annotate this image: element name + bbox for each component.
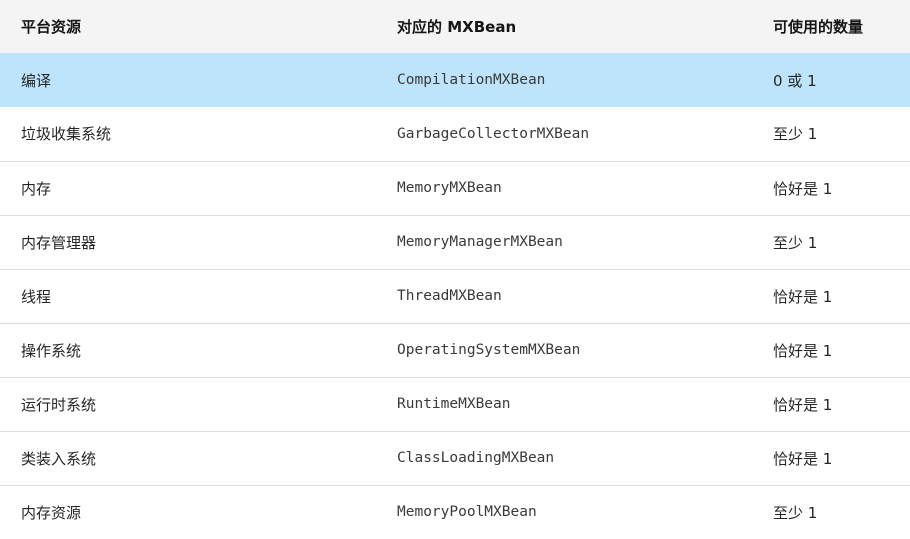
cell-mxbean: MemoryMXBean	[376, 161, 752, 216]
cell-count: 恰好是 1	[752, 323, 910, 378]
table-row[interactable]: 内存 MemoryMXBean 恰好是 1	[0, 161, 910, 216]
header-count: 可使用的数量	[773, 18, 864, 36]
cell-count: 0 或 1	[773, 71, 817, 90]
cell-mxbean: ThreadMXBean	[376, 269, 752, 324]
table-row[interactable]: 线程 ThreadMXBean 恰好是 1	[0, 269, 910, 324]
table-row[interactable]: 操作系统 OperatingSystemMXBean 恰好是 1	[0, 323, 910, 378]
cell-count: 至少 1	[752, 107, 910, 162]
header-resource: 平台资源	[21, 18, 82, 36]
cell-resource: 垃圾收集系统	[0, 107, 376, 162]
cell-resource: 内存资源	[21, 503, 82, 522]
table-row[interactable]: 内存管理器 MemoryManagerMXBean 至少 1	[0, 215, 910, 270]
mxbean-table: 平台资源 对应的 MXBean 可使用的数量 编译 CompilationMXB…	[0, 0, 910, 539]
header-row: 平台资源 对应的 MXBean 可使用的数量	[0, 0, 910, 53]
cell-resource: 运行时系统	[0, 377, 376, 432]
cell-count: 恰好是 1	[752, 431, 910, 486]
cell-mxbean: ClassLoadingMXBean	[376, 431, 752, 486]
cell-resource: 内存	[0, 161, 376, 216]
cell-count: 至少 1	[773, 503, 818, 522]
cell-count: 恰好是 1	[752, 269, 910, 324]
cell-resource: 线程	[0, 269, 376, 324]
table-header: 平台资源 对应的 MXBean 可使用的数量	[0, 0, 910, 53]
table-row[interactable]: 垃圾收集系统 GarbageCollectorMXBean 至少 1	[0, 107, 910, 162]
cell-mxbean: OperatingSystemMXBean	[376, 323, 752, 378]
cell-mxbean: MemoryManagerMXBean	[376, 215, 752, 270]
cell-count: 恰好是 1	[752, 377, 910, 432]
table-row[interactable]: 运行时系统 RuntimeMXBean 恰好是 1	[0, 377, 910, 432]
table-row[interactable]: 类装入系统 ClassLoadingMXBean 恰好是 1	[0, 431, 910, 486]
cell-mxbean: GarbageCollectorMXBean	[376, 107, 752, 162]
cell-mxbean: MemoryPoolMXBean	[397, 504, 537, 521]
cell-resource: 类装入系统	[0, 431, 376, 486]
cell-resource: 编译	[21, 71, 52, 90]
cell-count: 恰好是 1	[752, 161, 910, 216]
cell-resource: 操作系统	[0, 323, 376, 378]
cell-mxbean: CompilationMXBean	[397, 72, 546, 88]
table-row[interactable]: 编译 CompilationMXBean 0 或 1	[0, 53, 910, 107]
cell-mxbean: RuntimeMXBean	[376, 377, 752, 432]
table-body: 编译 CompilationMXBean 0 或 1 垃圾收集系统 Garbag…	[0, 53, 910, 539]
table-row[interactable]: 内存资源 MemoryPoolMXBean 至少 1	[0, 485, 910, 539]
cell-count: 至少 1	[752, 215, 910, 270]
cell-resource: 内存管理器	[0, 215, 376, 270]
header-mxbean: 对应的 MXBean	[397, 18, 517, 36]
